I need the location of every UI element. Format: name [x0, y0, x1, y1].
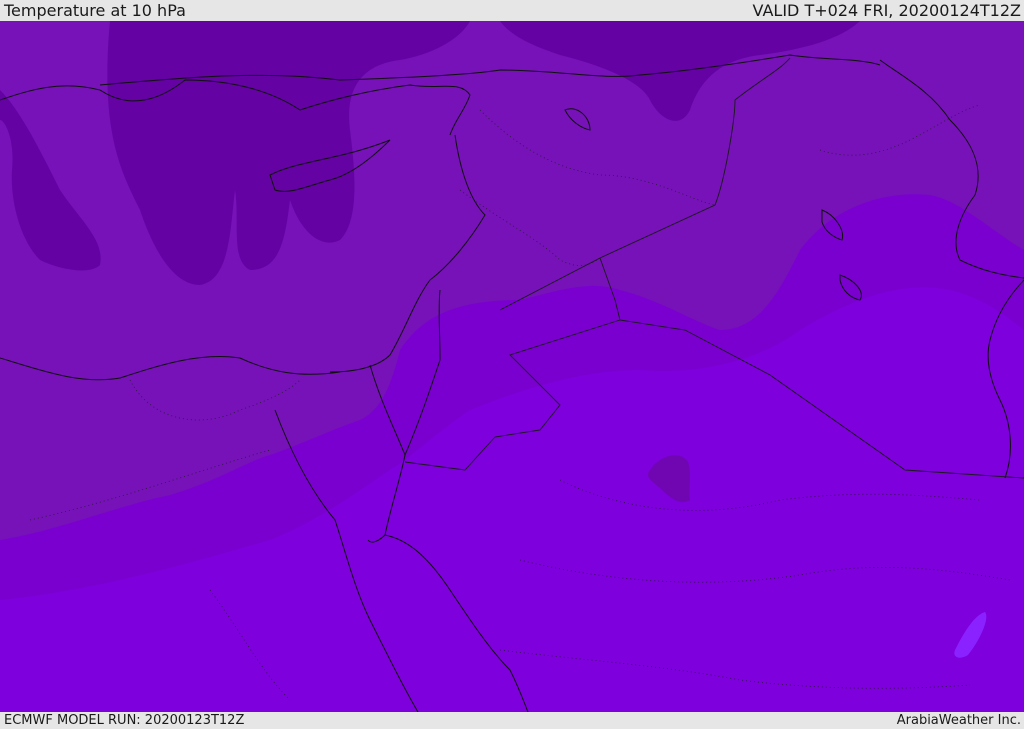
map-canvas — [0, 21, 1024, 712]
valid-time-label: VALID T+024 FRI, 20200124T12Z — [752, 1, 1021, 20]
map-header: Temperature at 10 hPa VALID T+024 FRI, 2… — [0, 0, 1024, 21]
model-run-label: ECMWF MODEL RUN: 20200123T12Z — [4, 713, 245, 728]
credit-label: ArabiaWeather Inc. — [896, 713, 1021, 728]
map-title: Temperature at 10 hPa — [4, 1, 186, 20]
temperature-map[interactable] — [0, 21, 1024, 712]
map-footer: ECMWF MODEL RUN: 20200123T12Z ArabiaWeat… — [0, 712, 1024, 729]
